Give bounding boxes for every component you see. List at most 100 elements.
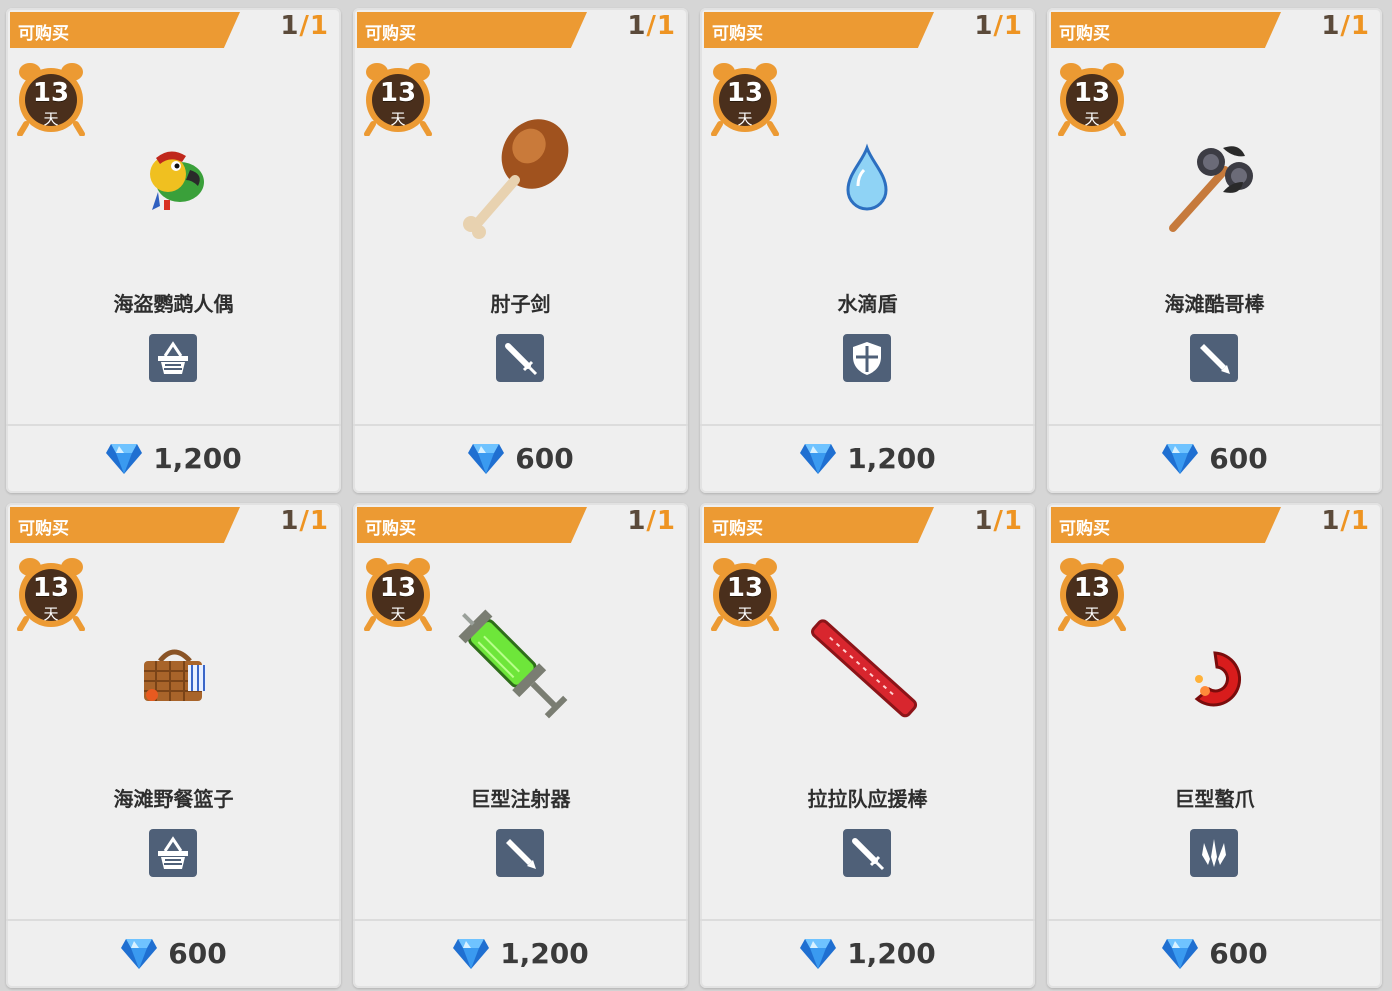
- purchasable-label: 可购买: [365, 24, 416, 44]
- days-remaining: 13: [726, 78, 764, 108]
- price-amount: 1,200: [847, 441, 936, 475]
- days-remaining: 13: [726, 573, 764, 603]
- shop-item-card[interactable]: 可购买 1/1 13 天 海滩酷哥棒 600: [1047, 8, 1382, 493]
- cheer-stick-icon: [792, 591, 942, 751]
- purchasable-label: 可购买: [712, 519, 763, 539]
- shop-item-card[interactable]: 可购买 1/1 13 天 巨型螯爪 600: [1047, 503, 1382, 988]
- days-unit: 天: [737, 110, 753, 128]
- item-name: 海滩野餐篮子: [113, 787, 234, 811]
- card-divider: [700, 424, 1035, 426]
- price-row: 1,200: [6, 436, 341, 480]
- price-row: 1,200: [700, 436, 1035, 480]
- limit-current: 1: [627, 506, 647, 536]
- purchasable-label: 可购买: [18, 519, 69, 539]
- days-unit: 天: [1084, 110, 1100, 128]
- diamond-icon: [106, 444, 143, 474]
- shield-icon: [843, 334, 891, 382]
- alarm-clock-icon: 13 天: [363, 555, 433, 632]
- limit-max: 1: [1350, 506, 1370, 536]
- days-remaining: 13: [379, 78, 417, 108]
- purchasable-label: 可购买: [1059, 24, 1110, 44]
- shop-item-card[interactable]: 可购买 1/1 13 天 海盗鹦鹉人偶 1,200: [6, 8, 341, 493]
- price-row: 600: [1047, 436, 1382, 480]
- days-unit: 天: [1084, 605, 1100, 623]
- purchasable-label: 可购买: [18, 24, 69, 44]
- limit-max: 1: [1350, 11, 1370, 41]
- purchase-limit: 1/1: [1321, 11, 1370, 41]
- price-row: 1,200: [353, 931, 688, 975]
- limit-current: 1: [627, 11, 647, 41]
- days-remaining: 13: [1073, 78, 1111, 108]
- days-unit: 天: [43, 110, 59, 128]
- shop-item-card[interactable]: 可购买 1/1 13 天 巨型注射器 1,200: [353, 503, 688, 988]
- limit-current: 1: [974, 11, 994, 41]
- card-divider: [1047, 919, 1382, 921]
- days-unit: 天: [390, 110, 406, 128]
- card-divider: [1047, 424, 1382, 426]
- shop-item-card[interactable]: 可购买 1/1 13 天 海滩野餐篮子 600: [6, 503, 341, 988]
- basket-icon: [149, 829, 197, 877]
- alarm-clock-icon: 13 天: [710, 60, 780, 137]
- blade-icon: [496, 829, 544, 877]
- limit-current: 1: [1321, 506, 1341, 536]
- price-amount: 1,200: [500, 936, 589, 970]
- limit-max: 1: [309, 506, 329, 536]
- limit-max: 1: [309, 11, 329, 41]
- waterdrop-icon: [792, 96, 942, 256]
- price-amount: 1,200: [153, 441, 242, 475]
- days-remaining: 13: [379, 573, 417, 603]
- purchasable-label: 可购买: [712, 24, 763, 44]
- days-unit: 天: [390, 605, 406, 623]
- parrot-icon: [98, 96, 248, 256]
- purchase-limit: 1/1: [974, 506, 1023, 536]
- limit-max: 1: [656, 11, 676, 41]
- purchasable-label: 可购买: [1059, 519, 1110, 539]
- price-amount: 600: [1209, 441, 1268, 475]
- purchasable-tag: 可购买: [357, 507, 587, 543]
- days-unit: 天: [43, 605, 59, 623]
- days-unit: 天: [737, 605, 753, 623]
- item-name: 巨型螯爪: [1174, 787, 1255, 811]
- price-row: 600: [6, 931, 341, 975]
- shop-grid: 可购买 1/1 13 天 海盗鹦鹉人偶 1,200 可购买 1/1 13 天 肘…: [6, 8, 1388, 988]
- purchasable-tag: 可购买: [10, 12, 240, 48]
- diamond-icon: [800, 939, 837, 969]
- shop-item-card[interactable]: 可购买 1/1 13 天 水滴盾 1,200: [700, 8, 1035, 493]
- purchasable-tag: 可购买: [1051, 12, 1281, 48]
- card-divider: [6, 919, 341, 921]
- card-divider: [353, 919, 688, 921]
- diamond-icon: [121, 939, 158, 969]
- item-name: 拉拉队应援棒: [807, 787, 928, 811]
- price-amount: 1,200: [847, 936, 936, 970]
- days-remaining: 13: [32, 573, 70, 603]
- alarm-clock-icon: 13 天: [16, 60, 86, 137]
- shop-item-card[interactable]: 可购买 1/1 13 天 拉拉队应援棒 1,200: [700, 503, 1035, 988]
- price-row: 600: [353, 436, 688, 480]
- purchase-limit: 1/1: [1321, 506, 1370, 536]
- purchase-limit: 1/1: [974, 11, 1023, 41]
- diamond-icon: [1162, 939, 1199, 969]
- picnic-basket-icon: [98, 591, 248, 751]
- price-amount: 600: [515, 441, 574, 475]
- purchase-limit: 1/1: [627, 11, 676, 41]
- card-divider: [353, 424, 688, 426]
- item-name: 海盗鹦鹉人偶: [113, 292, 234, 316]
- price-row: 1,200: [700, 931, 1035, 975]
- syringe-icon: [445, 591, 595, 751]
- alarm-clock-icon: 13 天: [710, 555, 780, 632]
- item-name: 海滩酷哥棒: [1164, 292, 1265, 316]
- drumstick-icon: [445, 96, 595, 256]
- shop-item-card[interactable]: 可购买 1/1 13 天 肘子剑 600: [353, 8, 688, 493]
- purchasable-tag: 可购买: [704, 507, 934, 543]
- alarm-clock-icon: 13 天: [1057, 555, 1127, 632]
- diamond-icon: [1162, 444, 1199, 474]
- card-divider: [6, 424, 341, 426]
- card-divider: [700, 919, 1035, 921]
- purchasable-tag: 可购买: [357, 12, 587, 48]
- price-amount: 600: [168, 936, 227, 970]
- limit-current: 1: [280, 11, 300, 41]
- purchase-limit: 1/1: [280, 11, 329, 41]
- item-name: 巨型注射器: [470, 787, 571, 811]
- claw-icon: [1190, 829, 1238, 877]
- sunglasses-club-icon: [1139, 96, 1289, 256]
